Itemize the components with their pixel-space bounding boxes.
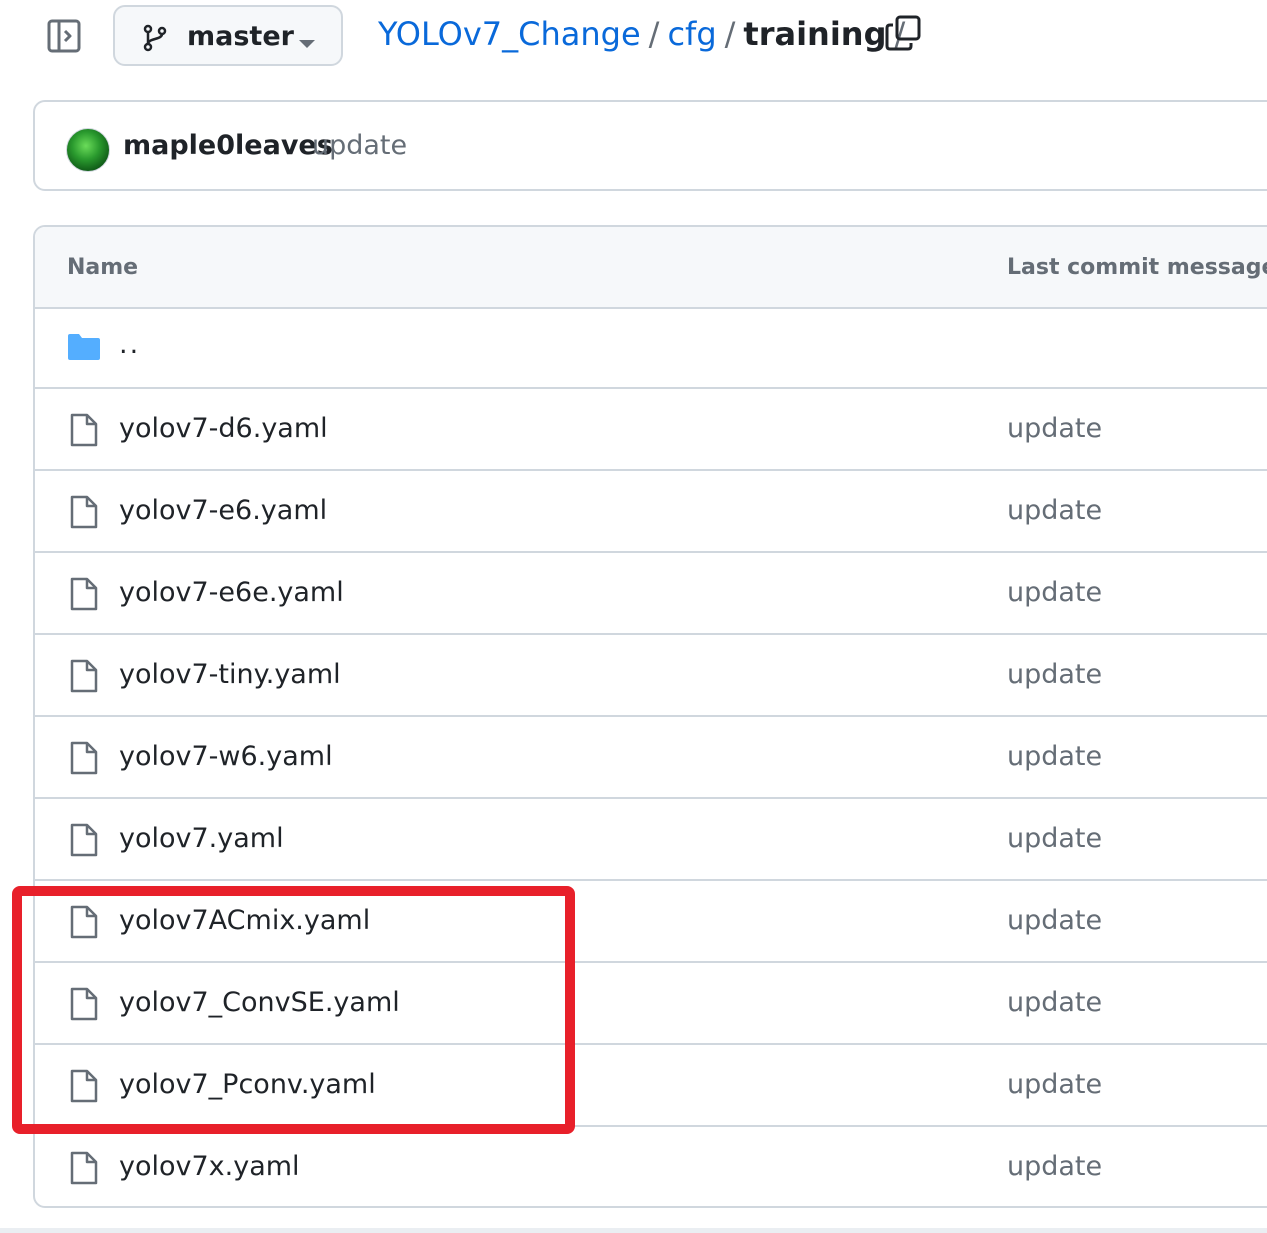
file-icon [69,1151,99,1185]
file-icon [69,741,99,775]
branch-selector-button[interactable]: master [113,5,343,66]
table-row[interactable]: yolov7-w6.yaml update [35,717,1267,799]
horizontal-scrollbar-track[interactable] [0,1228,1267,1233]
file-commit-message-link[interactable]: update [1007,1069,1102,1100]
column-header-last-commit: Last commit message [1007,255,1267,280]
file-name-link[interactable]: yolov7.yaml [119,823,284,854]
avatar[interactable] [66,128,110,172]
file-icon [69,577,99,611]
table-row[interactable]: yolov7_ConvSE.yaml update [35,963,1267,1045]
file-name-link[interactable]: yolov7-e6.yaml [119,495,327,526]
file-icon [69,1069,99,1103]
breadcrumb: YOLOv7_Change / cfg / training / [378,13,913,55]
table-row[interactable]: yolov7.yaml update [35,799,1267,881]
parent-directory-row[interactable]: .. [35,307,1267,389]
commit-message-link[interactable]: update [312,130,407,161]
file-name-link[interactable]: yolov7_ConvSE.yaml [119,987,400,1018]
table-row[interactable]: yolov7_Pconv.yaml update [35,1045,1267,1127]
file-commit-message-link[interactable]: update [1007,987,1102,1018]
file-commit-message-link[interactable]: update [1007,659,1102,690]
table-row[interactable]: yolov7x.yaml update [35,1127,1267,1206]
file-name-link[interactable]: yolov7-w6.yaml [119,741,333,772]
file-commit-message-link[interactable]: update [1007,1151,1102,1182]
branch-name: master [187,21,294,52]
breadcrumb-current: training [743,15,887,53]
column-header-name: Name [67,255,139,280]
breadcrumb-repo-link[interactable]: YOLOv7_Change [378,15,641,53]
file-commit-message-link[interactable]: update [1007,905,1102,936]
file-commit-message-link[interactable]: update [1007,823,1102,854]
file-table: Name Last commit message .. yolov7-d6.ya… [33,225,1267,1208]
table-row[interactable]: yolov7-e6e.yaml update [35,553,1267,635]
file-name-link[interactable]: yolov7-tiny.yaml [119,659,341,690]
file-name-link[interactable]: yolov7-d6.yaml [119,413,328,444]
table-row[interactable]: yolov7-tiny.yaml update [35,635,1267,717]
commit-author-link[interactable]: maple0leaves [123,130,333,161]
folder-icon [67,333,101,361]
table-row[interactable]: yolov7-e6.yaml update [35,471,1267,553]
latest-commit-box: maple0leaves update [33,100,1267,191]
file-commit-message-link[interactable]: update [1007,741,1102,772]
file-icon [69,987,99,1021]
breadcrumb-cfg-link[interactable]: cfg [667,15,716,53]
file-commit-message-link[interactable]: update [1007,495,1102,526]
file-commit-message-link[interactable]: update [1007,577,1102,608]
file-name-link[interactable]: yolov7x.yaml [119,1151,300,1182]
copy-path-icon[interactable] [884,14,922,52]
breadcrumb-separator: / [648,15,660,53]
repo-directory-page: master YOLOv7_Change / cfg / training / maple… [0,0,1267,1233]
file-icon [69,495,99,529]
git-branch-icon [141,24,169,52]
table-row[interactable]: yolov7ACmix.yaml update [35,881,1267,963]
file-icon [69,413,99,447]
table-header: Name Last commit message [35,227,1267,309]
breadcrumb-separator: / [724,15,736,53]
table-row[interactable]: yolov7-d6.yaml update [35,389,1267,471]
parent-directory-link[interactable]: .. [119,329,140,360]
file-icon [69,823,99,857]
file-commit-message-link[interactable]: update [1007,413,1102,444]
triangle-down-icon [298,34,316,48]
file-icon [69,905,99,939]
file-icon [69,659,99,693]
file-name-link[interactable]: yolov7ACmix.yaml [119,905,370,936]
sidebar-expand-icon[interactable] [46,18,82,54]
file-name-link[interactable]: yolov7-e6e.yaml [119,577,344,608]
file-name-link[interactable]: yolov7_Pconv.yaml [119,1069,376,1100]
